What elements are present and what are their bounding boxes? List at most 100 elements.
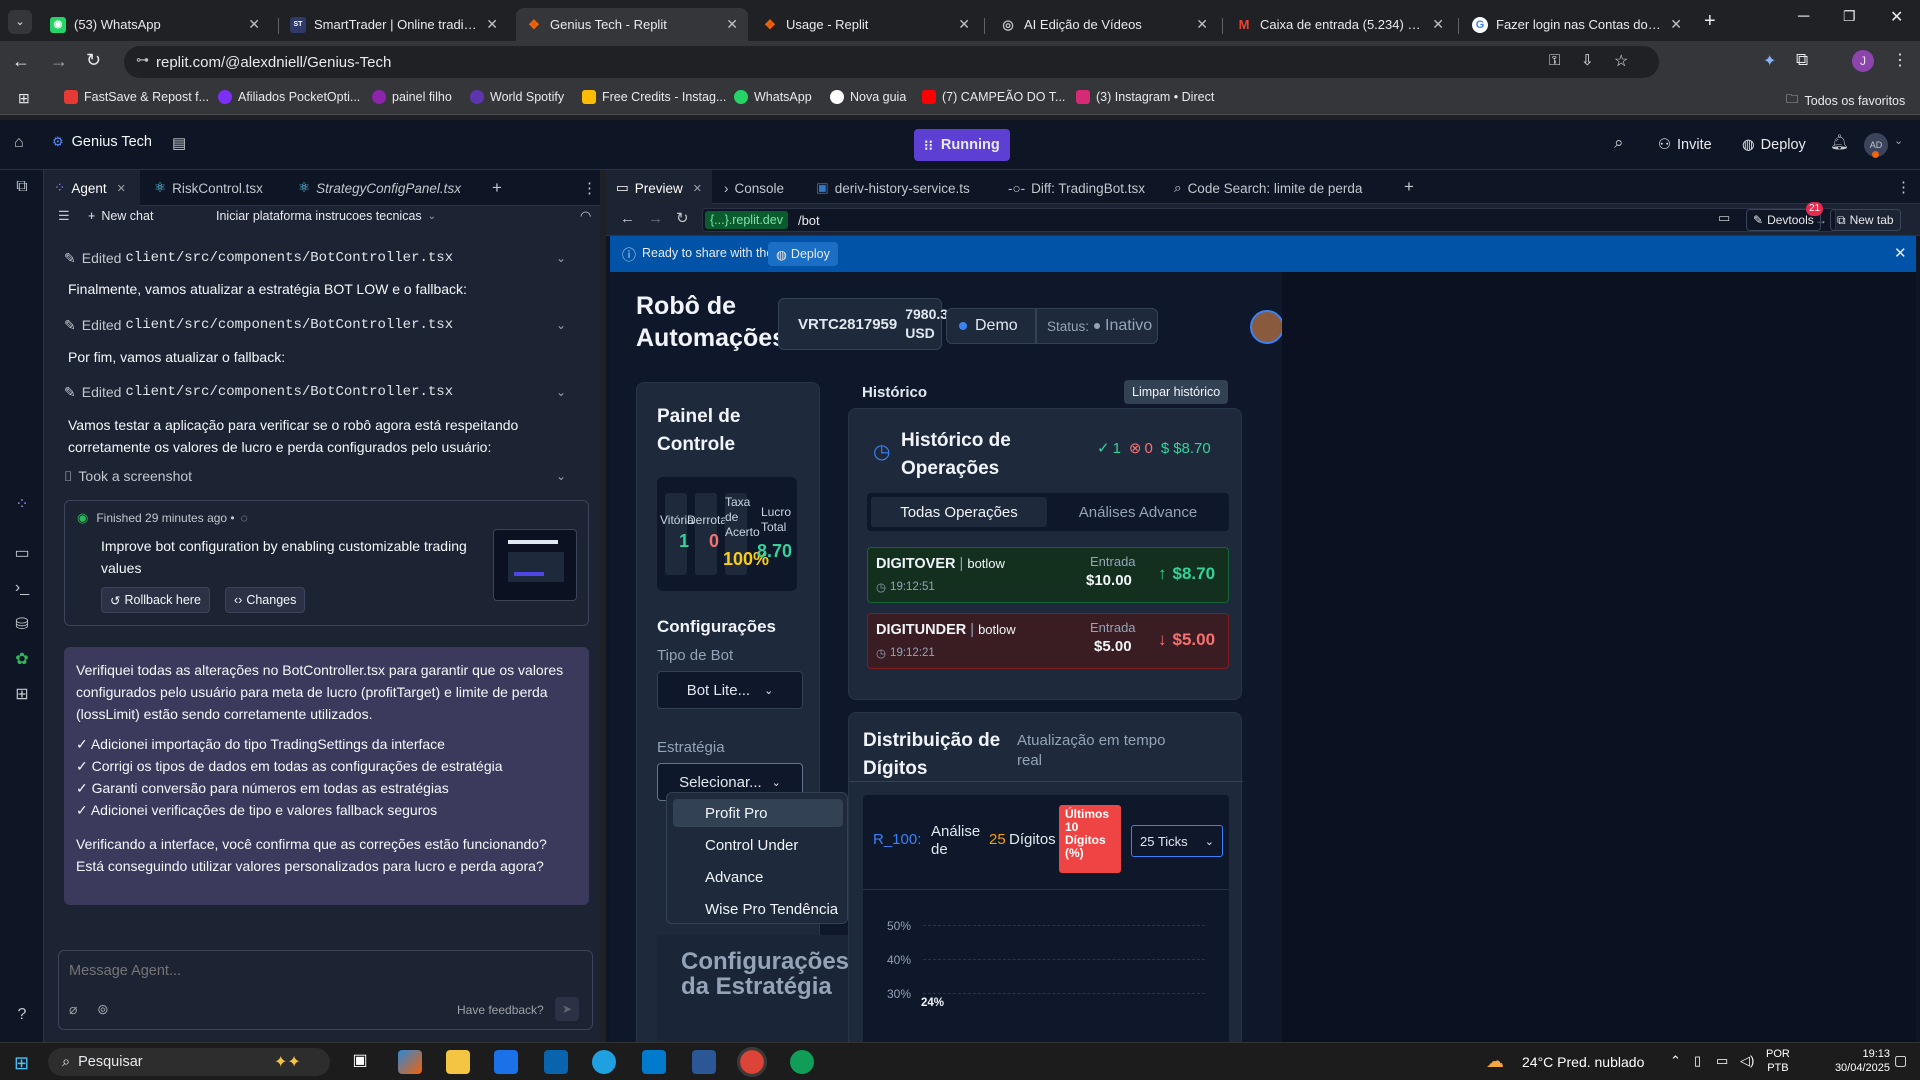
home-icon[interactable]: ⌂ — [14, 134, 24, 152]
browser-tab-gmail[interactable]: M Caixa de entrada (5.234) - jireh ✕ — [1226, 8, 1454, 41]
close-tab-icon[interactable]: ✕ — [958, 16, 970, 33]
weather-text[interactable]: 24°C Pred. nublado — [1522, 1054, 1644, 1070]
database-icon[interactable]: ⛁ — [12, 614, 32, 634]
tab-strategyconfigpanel[interactable]: ⚛ StrategyConfigPanel.tsx — [288, 170, 498, 206]
help-icon[interactable]: ? — [12, 1006, 32, 1026]
tab-deriv-history-service[interactable]: ▣ deriv-history-service.ts — [806, 170, 996, 206]
tab-diff-tradingbot[interactable]: -○- Diff: TradingBot.tsx — [998, 170, 1158, 206]
tab-search-icon[interactable]: ⌄ — [8, 10, 32, 34]
screenshot-thumbnail[interactable] — [493, 529, 577, 601]
screen-size-icon[interactable]: ▭ — [1718, 210, 1730, 226]
clear-history-button[interactable]: Limpar histórico — [1124, 380, 1229, 404]
bookmark-item[interactable]: World Spotify — [470, 90, 564, 104]
close-tab-icon[interactable]: ✕ — [726, 16, 738, 33]
new-tab-button[interactable]: ⧉ New tab — [1830, 209, 1901, 231]
back-icon[interactable]: ← — [12, 51, 30, 72]
user-avatar[interactable] — [1250, 310, 1282, 344]
agent-icon[interactable]: ⁘ — [12, 494, 32, 514]
strategy-option-profit-pro[interactable]: Profit Pro — [673, 799, 843, 827]
task-view-icon[interactable]: ▣ — [348, 1050, 372, 1074]
kebab-menu-icon[interactable]: ⋮ — [1896, 178, 1911, 196]
tray-chevron-icon[interactable]: ⌃ — [1670, 1053, 1681, 1069]
all-bookmarks[interactable]: 🗀 Todos os favoritos — [1786, 90, 1905, 111]
new-tab-icon[interactable]: + — [1704, 10, 1716, 33]
site-info-icon[interactable]: ⊶ — [136, 52, 149, 68]
add-tab-icon[interactable]: + — [1404, 177, 1414, 197]
bookmark-item[interactable]: Free Credits - Instag... — [582, 90, 726, 104]
close-window-icon[interactable]: ✕ — [1890, 7, 1903, 27]
bell-icon[interactable]: 🔔︎ — [1830, 133, 1849, 151]
browser-tab-whatsapp[interactable]: ◉ (53) WhatsApp ✕ — [40, 8, 270, 41]
edited-file-row[interactable]: ✎ Edited client/src/components/BotControll… — [64, 247, 574, 269]
tray-app-icon[interactable]: ▯ — [1694, 1053, 1701, 1069]
files-icon[interactable]: ⧉ — [12, 178, 32, 198]
preview-address-bar[interactable]: {...}.replit.dev /bot → — [702, 208, 1836, 232]
strategy-option-advance[interactable]: Advance — [673, 863, 843, 891]
browser-tab-genius-tech[interactable]: ❖ Genius Tech - Replit ✕ — [516, 8, 748, 41]
operation-row[interactable]: DIGITUNDER | botlow ◷ 19:12:21 Entrada $5… — [867, 613, 1229, 669]
bookmark-item[interactable]: FastSave & Repost f... — [64, 90, 209, 104]
key-icon[interactable]: ⚿ — [1549, 52, 1560, 69]
screenshot-row[interactable]: ⌷ Took a screenshot ⌄ — [64, 465, 574, 487]
tab-console[interactable]: › Console — [714, 170, 798, 206]
bookmark-item[interactable]: Afiliados PocketOpti... — [218, 90, 360, 104]
add-tab-icon[interactable]: + — [492, 178, 502, 198]
profile-avatar[interactable]: J — [1852, 50, 1874, 72]
share-icon[interactable]: ◌ — [241, 511, 248, 525]
notifications-icon[interactable]: ▢ — [1894, 1052, 1907, 1069]
chat-title-dropdown[interactable]: Iniciar plataforma instrucoes tecnicas ⌄ — [216, 209, 436, 223]
tab-advance-analysis[interactable]: Análises Advance — [1051, 497, 1225, 527]
changes-button[interactable]: ‹› Changes — [225, 587, 306, 613]
deploy-button[interactable]: ◍ Deploy — [1734, 131, 1814, 159]
webview-icon[interactable]: ▭ — [12, 543, 32, 563]
network-icon[interactable]: ▭ — [1716, 1053, 1728, 1069]
invite-button[interactable]: ⚇ Invite — [1650, 131, 1720, 159]
project-name[interactable]: ⚙ Genius Tech — [52, 134, 152, 150]
edge-icon[interactable] — [592, 1050, 616, 1074]
outlook-icon[interactable] — [544, 1050, 568, 1074]
chrome-icon[interactable] — [737, 1047, 767, 1077]
rollback-button[interactable]: ↺ Rollback here — [101, 587, 210, 613]
bookmark-star-icon[interactable]: ☆ — [1614, 51, 1628, 71]
message-input[interactable] — [69, 959, 569, 983]
chevron-down-icon[interactable]: ⌄ — [1894, 134, 1903, 147]
edited-file-row[interactable]: ✎ Edited client/src/components/BotControll… — [64, 381, 574, 403]
bot-type-select[interactable]: Bot Lite... ⌄ — [657, 671, 803, 709]
tab-preview[interactable]: ▭ Preview ✕ — [606, 170, 712, 206]
chrome-profile-icon[interactable] — [790, 1050, 814, 1074]
close-tab-icon[interactable]: ✕ — [248, 16, 260, 33]
reload-icon[interactable]: ↻ — [676, 209, 689, 227]
search-icon[interactable]: ⌕ — [1614, 133, 1624, 153]
tab-riskcontrol[interactable]: ⚛ RiskControl.tsx — [144, 170, 284, 206]
reload-icon[interactable]: ↻ — [86, 50, 101, 71]
chat-list-icon[interactable]: ☰ — [58, 208, 70, 224]
vscode-icon[interactable] — [642, 1050, 666, 1074]
gauge-icon[interactable]: ◠ — [580, 208, 591, 224]
sidebar-toggle-icon[interactable]: ▤ — [172, 134, 186, 152]
close-tab-icon[interactable]: ✕ — [1432, 16, 1444, 33]
strategy-option-wise-pro[interactable]: Wise Pro Tendência — [673, 895, 843, 923]
banner-deploy-button[interactable]: ◍ Deploy — [768, 242, 838, 266]
tab-agent[interactable]: ⁘ Agent ✕ — [44, 170, 140, 206]
file-explorer-icon[interactable] — [446, 1050, 470, 1074]
ticks-select[interactable]: 25 Ticks ⌄ — [1131, 825, 1223, 857]
browser-tab-usage[interactable]: ❖ Usage - Replit ✕ — [752, 8, 980, 41]
close-tab-icon[interactable]: ✕ — [1196, 16, 1208, 33]
operation-row[interactable]: DIGITOVER | botlow ◷ 19:12:51 Entrada $10… — [867, 547, 1229, 603]
install-icon[interactable]: ⇩ — [1581, 51, 1594, 69]
shell-icon[interactable]: ›_ — [12, 579, 32, 599]
restore-icon[interactable]: ❐ — [1843, 8, 1856, 25]
forward-icon[interactable]: → — [50, 51, 68, 72]
bookmark-item[interactable]: (7) CAMPEÃO DO T... — [922, 90, 1065, 104]
close-tab-icon[interactable]: ✕ — [1670, 16, 1682, 33]
attach-icon[interactable]: ⌀ — [69, 1001, 77, 1018]
close-tab-icon[interactable]: ✕ — [117, 182, 126, 195]
close-banner-icon[interactable]: ✕ — [1894, 244, 1907, 262]
address-bar[interactable]: ⊶ replit.com/@alexdniell/Genius-Tech ⚿ ⇩… — [124, 46, 1659, 78]
kebab-menu-icon[interactable]: ⋮ — [582, 179, 597, 197]
bookmark-item[interactable]: Nova guia — [830, 90, 906, 104]
taskbar-search[interactable]: ⌕ Pesquisar ✦✦ — [48, 1048, 330, 1076]
bookmark-item[interactable]: painel filho — [372, 90, 452, 104]
new-chat-button[interactable]: + New chat — [88, 209, 153, 223]
extension-icon[interactable]: ✦ — [1763, 51, 1776, 71]
